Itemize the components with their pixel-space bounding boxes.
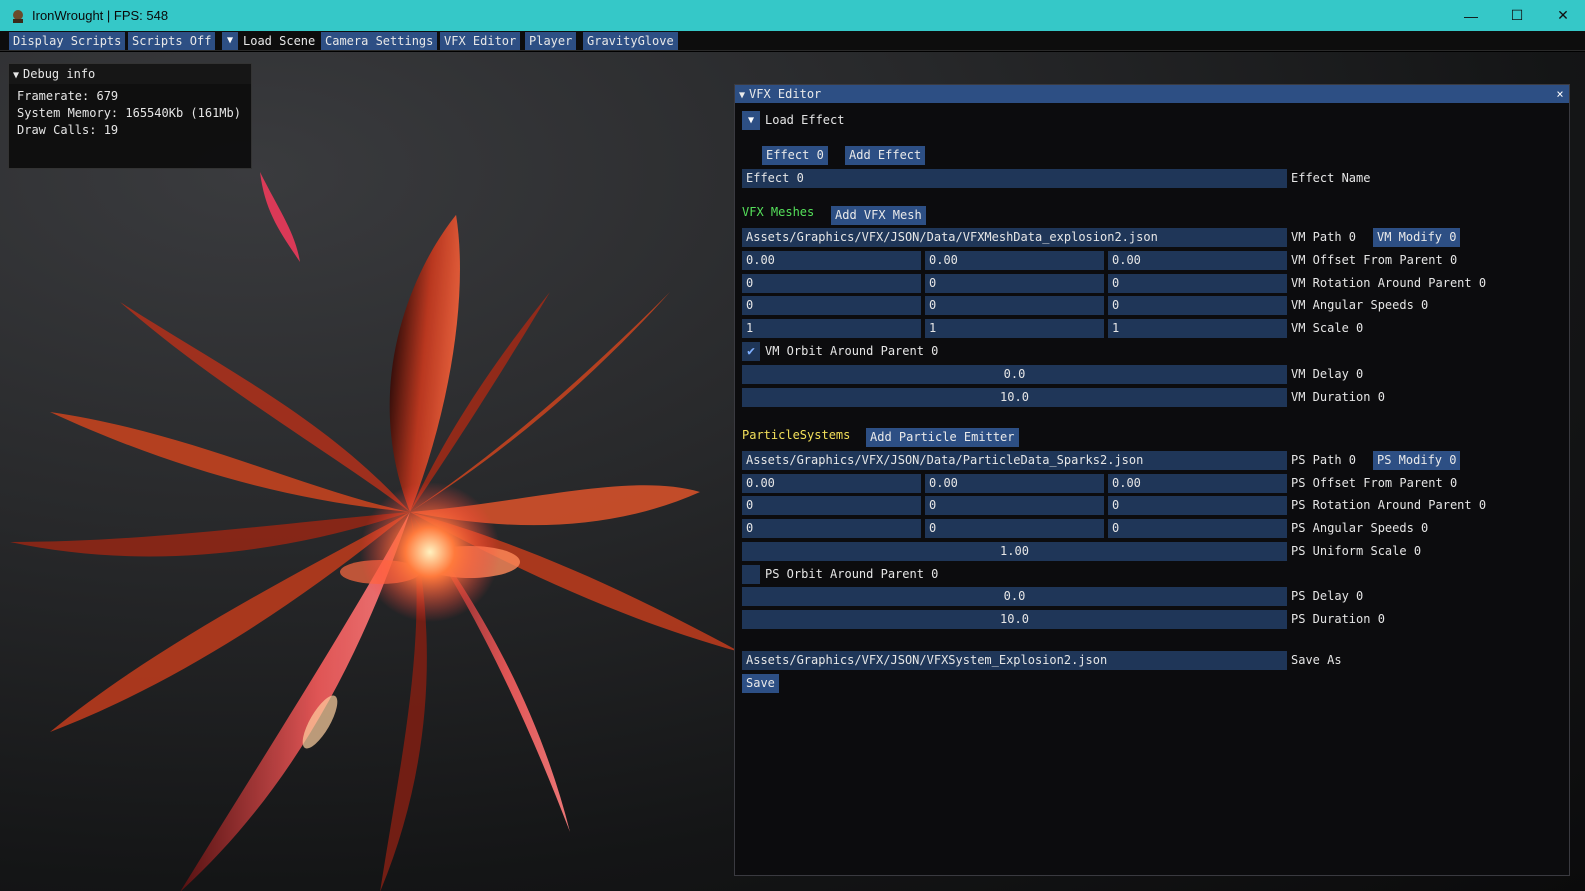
display-scripts-button[interactable]: Display Scripts [9, 32, 126, 50]
ps-offset-label: PS Offset From Parent 0 [1291, 476, 1458, 490]
scripts-off-button[interactable]: Scripts Off [128, 32, 216, 50]
debug-info-title: Debug info [23, 67, 96, 81]
vm-modify-button[interactable]: VM Modify 0 [1373, 228, 1461, 247]
vm-angular-y-input[interactable]: 0 [925, 296, 1104, 315]
ps-duration-label: PS Duration 0 [1291, 612, 1385, 626]
load-scene-dropdown-arrow[interactable]: ▼ [222, 32, 238, 50]
vm-rotation-y-input[interactable]: 0 [925, 274, 1104, 293]
ps-offset-z-input[interactable]: 0.00 [1108, 474, 1287, 493]
debug-info-window: ▼ Debug info Framerate: 679 System Memory… [8, 63, 252, 169]
ps-orbit-label: PS Orbit Around Parent 0 [765, 567, 939, 581]
vm-angular-z-input[interactable]: 0 [1108, 296, 1287, 315]
vm-scale-y-input[interactable]: 1 [925, 319, 1104, 338]
ps-angular-y-input[interactable]: 0 [925, 519, 1104, 538]
vm-duration-label: VM Duration 0 [1291, 390, 1385, 404]
vm-orbit-label: VM Orbit Around Parent 0 [765, 344, 939, 358]
vm-offset-label: VM Offset From Parent 0 [1291, 253, 1458, 267]
collapse-triangle-icon[interactable]: ▼ [13, 70, 19, 81]
ps-duration-slider[interactable]: 10.0 [742, 610, 1287, 629]
vm-delay-label: VM Delay 0 [1291, 367, 1364, 381]
ps-path-label: PS Path 0 [1291, 453, 1357, 467]
vm-angular-x-input[interactable]: 0 [742, 296, 921, 315]
ps-angular-label: PS Angular Speeds 0 [1291, 521, 1429, 535]
vm-offset-x-input[interactable]: 0.00 [742, 251, 921, 270]
vm-rotation-x-input[interactable]: 0 [742, 274, 921, 293]
vfx-meshes-header: VFX Meshes [742, 205, 815, 219]
save-button[interactable]: Save [742, 674, 779, 693]
vm-scale-label: VM Scale 0 [1291, 321, 1364, 335]
vm-path-input[interactable]: Assets/Graphics/VFX/JSON/Data/VFXMeshDat… [742, 228, 1287, 247]
load-scene-label[interactable]: Load Scene [243, 32, 315, 50]
vm-rotation-label: VM Rotation Around Parent 0 [1291, 276, 1487, 290]
ps-angular-x-input[interactable]: 0 [742, 519, 921, 538]
vfx-editor-button[interactable]: VFX Editor [440, 32, 521, 50]
vfx-editor-title: VFX Editor [749, 87, 822, 101]
ps-modify-button[interactable]: PS Modify 0 [1373, 451, 1461, 470]
vm-duration-slider[interactable]: 10.0 [742, 388, 1287, 407]
effect-tab-button[interactable]: Effect 0 [762, 146, 828, 165]
add-effect-button[interactable]: Add Effect [845, 146, 926, 165]
ps-delay-slider[interactable]: 0.0 [742, 587, 1287, 606]
add-vfx-mesh-button[interactable]: Add VFX Mesh [831, 206, 926, 225]
ps-rotation-x-input[interactable]: 0 [742, 496, 921, 515]
vm-rotation-z-input[interactable]: 0 [1108, 274, 1287, 293]
close-icon[interactable]: × [1553, 85, 1567, 103]
menu-bar: Display Scripts Scripts Off ▼ Load Scene… [0, 31, 1585, 51]
system-memory-text: System Memory: 165540Kb (161Mb) [17, 106, 241, 120]
close-window-button[interactable]: ✕ [1540, 0, 1585, 31]
vm-delay-slider[interactable]: 0.0 [742, 365, 1287, 384]
camera-settings-button[interactable]: Camera Settings [321, 32, 438, 50]
minimize-button[interactable]: — [1448, 0, 1494, 31]
gravity-glove-button[interactable]: GravityGlove [583, 32, 678, 50]
app-icon [13, 10, 23, 23]
ps-rotation-label: PS Rotation Around Parent 0 [1291, 498, 1487, 512]
ps-rotation-z-input[interactable]: 0 [1108, 496, 1287, 515]
vm-scale-x-input[interactable]: 1 [742, 319, 921, 338]
vm-scale-z-input[interactable]: 1 [1108, 319, 1287, 338]
load-effect-dropdown-arrow[interactable]: ▼ [742, 111, 760, 130]
ps-delay-label: PS Delay 0 [1291, 589, 1364, 603]
ps-offset-x-input[interactable]: 0.00 [742, 474, 921, 493]
ps-angular-z-input[interactable]: 0 [1108, 519, 1287, 538]
particle-systems-header: ParticleSystems [742, 428, 851, 442]
debug-info-header[interactable]: ▼ Debug info [9, 64, 251, 84]
vm-angular-label: VM Angular Speeds 0 [1291, 298, 1429, 312]
add-particle-emitter-button[interactable]: Add Particle Emitter [866, 428, 1019, 447]
save-path-input[interactable]: Assets/Graphics/VFX/JSON/VFXSystem_Explo… [742, 651, 1287, 670]
save-as-label: Save As [1291, 653, 1342, 667]
ps-path-input[interactable]: Assets/Graphics/VFX/JSON/Data/ParticleDa… [742, 451, 1287, 470]
maximize-button[interactable]: ☐ [1494, 0, 1540, 31]
effect-name-input[interactable]: Effect 0 [742, 169, 1287, 188]
collapse-triangle-icon[interactable]: ▼ [739, 90, 745, 101]
vm-path-label: VM Path 0 [1291, 230, 1357, 244]
vm-offset-y-input[interactable]: 0.00 [925, 251, 1104, 270]
effect-name-label: Effect Name [1291, 171, 1371, 185]
vm-orbit-checkbox[interactable]: ✔ [742, 342, 760, 361]
vfx-editor-window: ▼ VFX Editor × ▼ Load Effect Effect 0 Add… [734, 84, 1570, 876]
load-effect-label[interactable]: Load Effect [765, 111, 844, 130]
ps-orbit-checkbox[interactable] [742, 565, 760, 584]
window-titlebar: IronWrought | FPS: 548 — ☐ ✕ [0, 0, 1585, 31]
ps-rotation-y-input[interactable]: 0 [925, 496, 1104, 515]
framerate-text: Framerate: 679 [17, 89, 119, 103]
ps-offset-y-input[interactable]: 0.00 [925, 474, 1104, 493]
vfx-editor-titlebar[interactable]: ▼ VFX Editor × [735, 85, 1569, 103]
vm-offset-z-input[interactable]: 0.00 [1108, 251, 1287, 270]
window-title: IronWrought | FPS: 548 [32, 8, 169, 23]
player-button[interactable]: Player [525, 32, 577, 50]
draw-calls-text: Draw Calls: 19 [17, 123, 119, 137]
ps-uniform-scale-label: PS Uniform Scale 0 [1291, 544, 1422, 558]
ps-uniform-scale-slider[interactable]: 1.00 [742, 542, 1287, 561]
